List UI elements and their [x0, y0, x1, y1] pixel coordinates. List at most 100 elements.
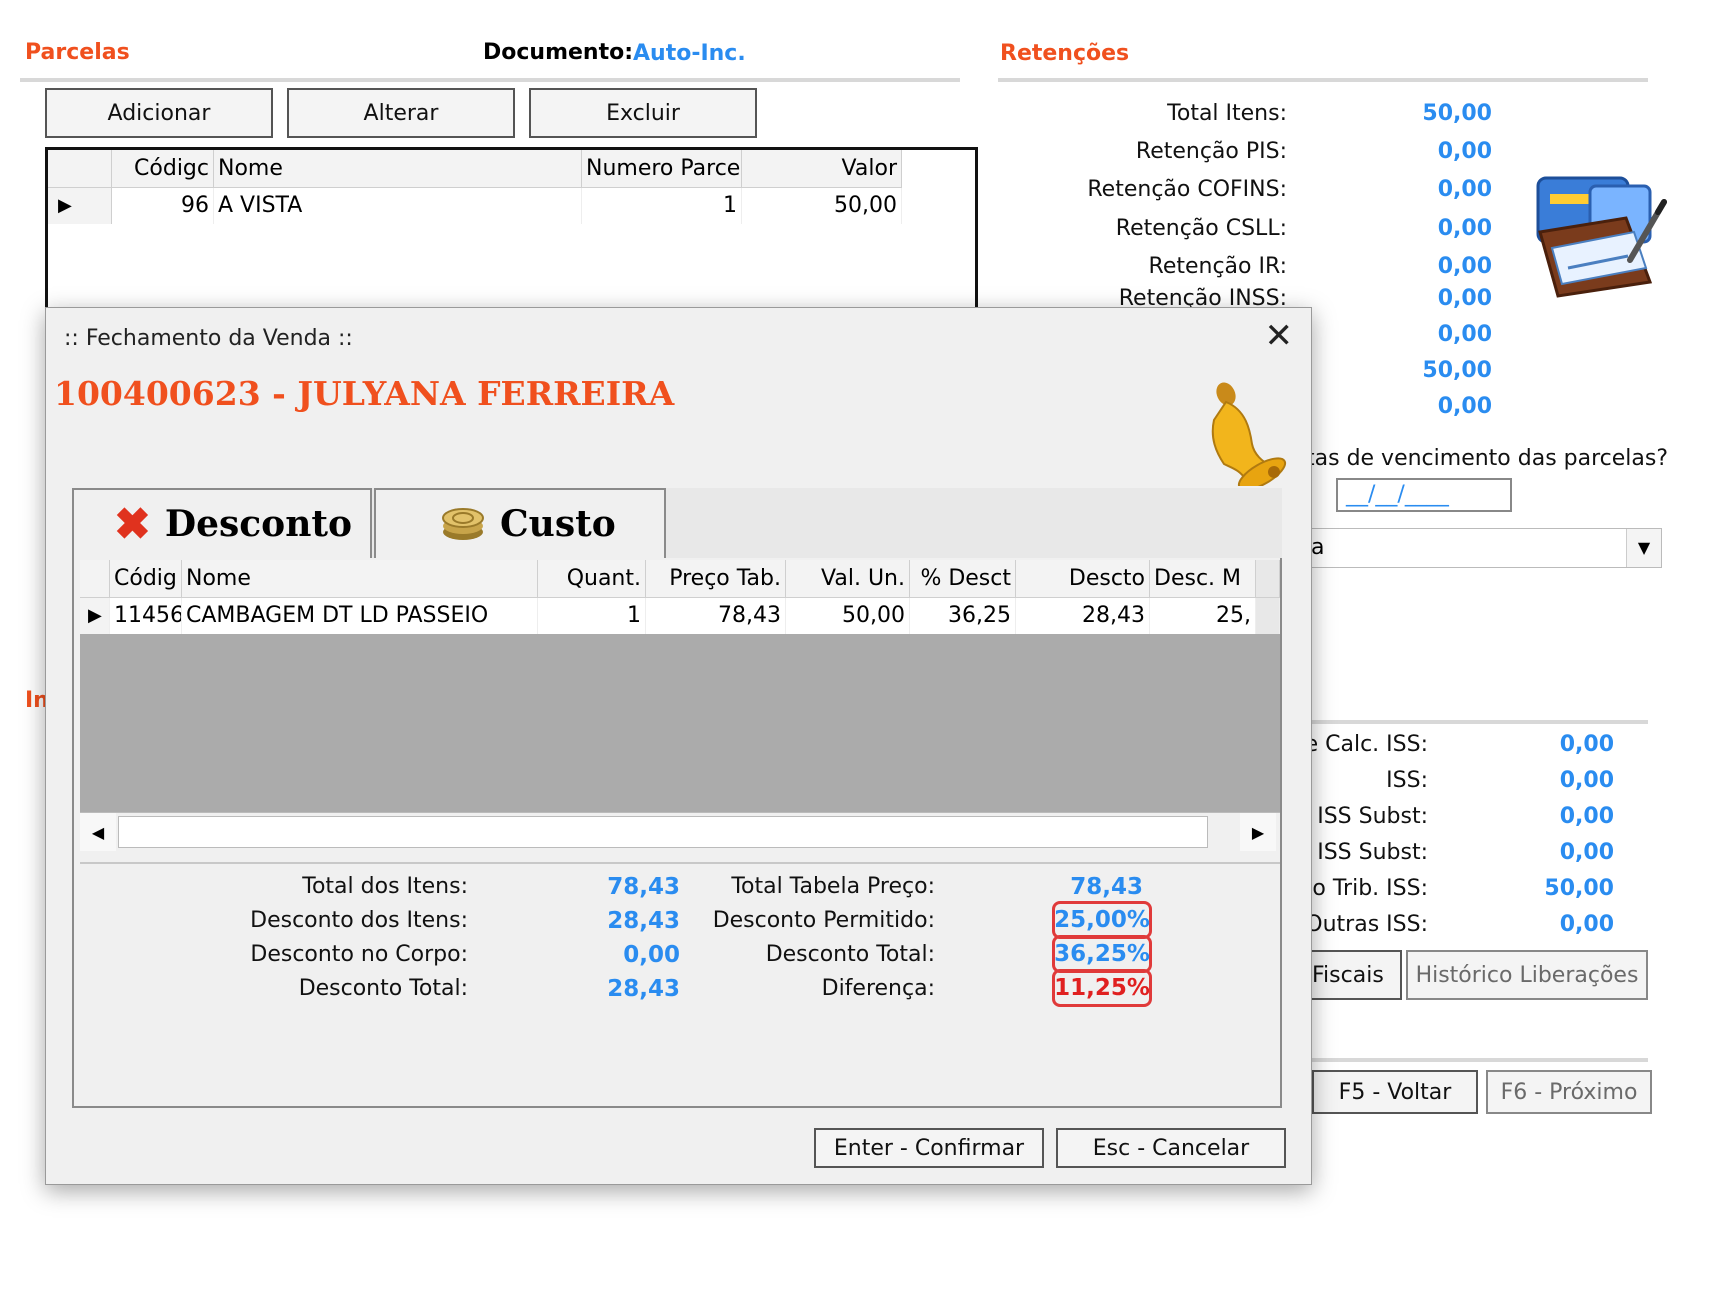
nav-divider [1306, 1058, 1648, 1062]
row-indicator-icon: ▶ [48, 188, 112, 224]
cell-pct-desct: 36,25 [910, 598, 1016, 634]
column-header-preco-tab[interactable]: Preço Tab. [646, 560, 786, 598]
total-itens-value: 50,00 [1422, 101, 1492, 126]
documento-value: Auto-Inc. [633, 41, 746, 66]
excluir-button[interactable]: Excluir [529, 88, 757, 138]
cell-preco-tab: 78,43 [646, 598, 786, 634]
outras-iss-label: Outras ISS: [1305, 912, 1428, 937]
column-header-codigo[interactable]: Códig [110, 560, 182, 598]
cell-valor: 50,00 [742, 188, 902, 224]
retencao-csll-label: Retenção CSLL: [1115, 216, 1287, 241]
cancelar-button[interactable]: Esc - Cancelar [1056, 1128, 1286, 1168]
retencao-pis-label: Retenção PIS: [1135, 139, 1287, 164]
grid-indicator-header [80, 560, 110, 598]
voltar-button[interactable]: F5 - Voltar [1312, 1070, 1478, 1114]
desconto-total-value: 28,43 [607, 976, 680, 1002]
outras-iss-value: 0,00 [1559, 912, 1614, 937]
retencao-extra-value-3: 0,00 [1437, 394, 1492, 419]
retencao-extra-value-1: 0,00 [1437, 322, 1492, 347]
dialog-title: :: Fechamento da Venda :: [64, 326, 353, 351]
column-header-val-un[interactable]: Val. Un. [786, 560, 910, 598]
alterar-button[interactable]: Alterar [287, 88, 515, 138]
desconto-corpo-value: 0,00 [623, 942, 680, 968]
total-itens-value: 78,43 [607, 874, 680, 900]
desconto-corpo-label: Desconto no Corpo: [250, 942, 468, 967]
grid-scroll-corner [1256, 560, 1280, 598]
nao-trib-iss-value: 50,00 [1544, 876, 1614, 901]
base-calc-iss-label: e Calc. ISS: [1304, 732, 1428, 757]
vencimento-question: tas de vencimento das parcelas? [1306, 446, 1669, 471]
retencao-ir-value: 0,00 [1437, 254, 1492, 279]
column-header-pct-desct[interactable]: % Desct [910, 560, 1016, 598]
iss-divider [1306, 720, 1648, 724]
adicionar-button[interactable]: Adicionar [45, 88, 273, 138]
historico-liberacoes-button[interactable]: Histórico Liberações [1406, 950, 1648, 1000]
summary-divider [80, 862, 1280, 864]
tab-desconto[interactable]: ✖ Desconto [72, 488, 372, 558]
retencoes-divider [998, 78, 1648, 82]
tab-desconto-label: Desconto [164, 503, 353, 545]
total-itens-label: Total Itens: [1167, 101, 1287, 126]
scrollbar-thumb[interactable] [118, 816, 1208, 848]
itens-grid[interactable]: Códig Nome Quant. Preço Tab. Val. Un. % … [80, 560, 1280, 851]
cell-codigo: 11456 [110, 598, 182, 634]
parcelas-title: Parcelas [25, 40, 130, 65]
cell-nome: CAMBAGEM DT LD PASSEIO [182, 598, 538, 634]
tab-bar: ✖ Desconto Custo [72, 488, 1282, 558]
tab-custo[interactable]: Custo [374, 488, 666, 558]
wallet-cheque-icon [1530, 172, 1670, 302]
column-header-descto[interactable]: Descto [1016, 560, 1150, 598]
desconto-itens-label: Desconto dos Itens: [250, 908, 468, 933]
column-header-nome[interactable]: Nome [182, 560, 538, 598]
bell-icon [1206, 380, 1292, 491]
desconto-permitido-label: Desconto Permitido: [712, 908, 935, 933]
retencao-pis-value: 0,00 [1437, 139, 1492, 164]
horizontal-scrollbar[interactable]: ◀ ▶ [80, 812, 1280, 851]
cell-numero-parcela: 1 [582, 188, 742, 224]
retencao-cofins-value: 0,00 [1437, 177, 1492, 202]
desconto-total-pct-value: 36,25% [1052, 935, 1152, 973]
retencao-ir-label: Retenção IR: [1148, 254, 1287, 279]
coins-icon [440, 498, 486, 551]
cell-desc-m: 25, [1150, 598, 1256, 634]
fiscais-button[interactable]: Fiscais [1306, 950, 1402, 1000]
confirmar-button[interactable]: Enter - Confirmar [814, 1128, 1044, 1168]
cell-quant: 1 [538, 598, 646, 634]
proximo-button[interactable]: F6 - Próximo [1486, 1070, 1652, 1114]
desconto-itens-value: 28,43 [607, 908, 680, 934]
column-header-codigo[interactable]: Códigc [112, 150, 214, 188]
scroll-left-icon[interactable]: ◀ [80, 813, 116, 851]
vencimento-date-input[interactable]: __/__/____ [1336, 478, 1512, 512]
x-mark-icon: ✖ [114, 498, 151, 550]
nao-trib-iss-label: o Trib. ISS: [1312, 876, 1428, 901]
documento-label: Documento: [483, 40, 634, 65]
diferenca-value: 11,25% [1052, 969, 1152, 1007]
tab-custo-label: Custo [500, 503, 616, 545]
row-indicator-icon: ▶ [80, 598, 110, 634]
iss-subst-label: ISS Subst: [1317, 840, 1428, 865]
cell-val-un: 50,00 [786, 598, 910, 634]
column-header-nome[interactable]: Nome [214, 150, 582, 188]
cell-nome: A VISTA [214, 188, 582, 224]
scroll-right-icon[interactable]: ▶ [1240, 813, 1276, 851]
vertical-scrollbar[interactable] [1256, 598, 1280, 634]
column-header-numero-parcela[interactable]: Numero Parcel [582, 150, 742, 188]
parcelas-divider [20, 78, 960, 82]
column-header-valor[interactable]: Valor [742, 150, 902, 188]
chevron-down-icon[interactable]: ▼ [1626, 529, 1661, 567]
column-header-desc-m[interactable]: Desc. M [1150, 560, 1256, 598]
base-iss-subst-value: 0,00 [1559, 804, 1614, 829]
cell-descto: 28,43 [1016, 598, 1150, 634]
cell-codigo: 96 [112, 188, 214, 224]
grid-indicator-header [48, 150, 112, 188]
condicao-select[interactable]: a ▼ [1306, 528, 1662, 568]
iss-subst-value: 0,00 [1559, 840, 1614, 865]
diferenca-label: Diferença: [821, 976, 935, 1001]
retencoes-title: Retenções [1000, 41, 1130, 66]
desconto-permitido-value: 25,00% [1052, 901, 1152, 939]
iss-label: ISS: [1386, 768, 1428, 793]
base-calc-iss-value: 0,00 [1559, 732, 1614, 757]
close-icon[interactable]: ✕ [1265, 316, 1294, 356]
column-header-quant[interactable]: Quant. [538, 560, 646, 598]
fechamento-venda-dialog: :: Fechamento da Venda :: ✕ 100400623 - … [45, 307, 1312, 1185]
